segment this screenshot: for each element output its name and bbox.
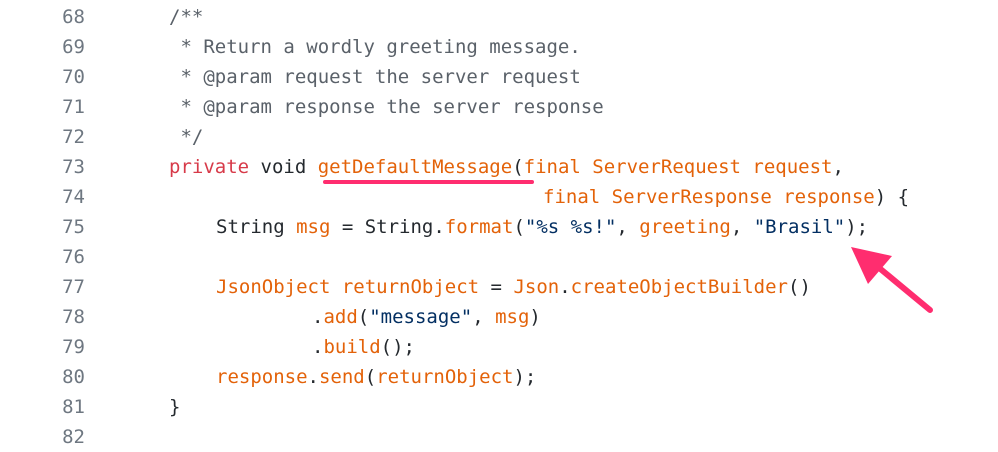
code-line-70: 70 * @param request the server request <box>0 62 998 92</box>
type-string: String <box>216 216 297 238</box>
code-line-73: 73 private void getDefaultMessage(final … <box>0 152 998 182</box>
code-content: .build(); <box>85 336 415 358</box>
code-comment: * Return a wordly greeting message. <box>169 36 581 58</box>
method-build: build <box>323 336 381 358</box>
line-number: 78 <box>62 306 85 328</box>
code-comment: */ <box>169 126 204 148</box>
class-json: Json <box>513 276 560 298</box>
code-content: } <box>169 396 181 418</box>
punctuation: , <box>832 156 844 178</box>
line-number: 79 <box>62 336 85 358</box>
code-comment: * @param request the server request <box>169 66 581 88</box>
var-returnobject-decl: JsonObject returnObject <box>216 276 480 298</box>
keyword-final: final <box>543 186 601 208</box>
line-number: 81 <box>62 396 85 418</box>
code-content: private void getDefaultMessage(final Ser… <box>85 156 844 178</box>
punctuation: ) { <box>874 186 910 208</box>
keyword-void: void <box>249 156 318 178</box>
line-number: 74 <box>62 186 85 208</box>
code-view: 68 /** 69 * Return a wordly greeting mes… <box>0 0 998 448</box>
method-send: send <box>318 366 365 388</box>
code-text: = String. <box>330 216 445 238</box>
keyword-final: final <box>523 156 581 178</box>
punctuation: . <box>559 276 571 298</box>
method-format: format <box>444 216 514 238</box>
line-number: 77 <box>62 276 85 298</box>
line-number: 70 <box>62 66 85 88</box>
var-response: response <box>216 366 308 388</box>
code-content: JsonObject returnObject = Json.createObj… <box>85 276 811 298</box>
line-number: 71 <box>62 96 85 118</box>
line-number: 75 <box>62 216 85 238</box>
line-number: 80 <box>62 366 85 388</box>
code-line-80: 80 response.send(returnObject); <box>0 362 998 392</box>
param-request: ServerRequest request <box>580 156 833 178</box>
punctuation: . <box>312 336 324 358</box>
string-literal-brasil: "Brasil" <box>753 216 846 238</box>
punctuation: , <box>472 306 496 328</box>
code-comment: /** <box>169 6 204 28</box>
punctuation: ); <box>845 216 869 238</box>
code-content: String msg = String.format("%s %s!", gre… <box>85 216 868 238</box>
highlight-underline <box>323 180 534 184</box>
method-name: getDefaultMessage <box>317 156 513 178</box>
code-line-68: 68 /** <box>0 2 998 32</box>
var-msg: msg <box>495 306 530 328</box>
line-number: 72 <box>62 126 85 148</box>
punctuation: . <box>307 366 319 388</box>
line-number: 73 <box>62 156 85 178</box>
punctuation: , <box>616 216 640 238</box>
method-add: add <box>323 306 358 328</box>
method-createobjectbuilder: createObjectBuilder <box>570 276 788 298</box>
param-response: ServerResponse response <box>600 186 875 208</box>
punctuation: ( <box>364 366 377 388</box>
code-line-69: 69 * Return a wordly greeting message. <box>0 32 998 62</box>
code-line-78: 78 .add("message", msg) <box>0 302 998 332</box>
code-comment: * @param response the server response <box>169 96 604 118</box>
punctuation: ) <box>529 306 541 328</box>
code-line-74: 74 final ServerResponse response) { <box>0 182 998 212</box>
keyword-private: private <box>169 156 250 178</box>
var-returnobject: returnObject <box>376 366 514 388</box>
code-line-76: 76 <box>0 242 998 272</box>
line-number: 76 <box>62 246 85 268</box>
line-number: 82 <box>62 426 85 448</box>
punctuation: . <box>312 306 324 328</box>
code-line-81: 81 } <box>0 392 998 422</box>
punctuation: ( <box>512 156 524 178</box>
var-greeting: greeting <box>639 216 731 238</box>
punctuation: (); <box>380 336 415 358</box>
code-line-72: 72 */ <box>0 122 998 152</box>
code-content: final ServerResponse response) { <box>85 186 909 208</box>
code-text: = <box>479 276 514 298</box>
line-number: 68 <box>62 6 85 28</box>
var-msg: msg <box>296 216 331 238</box>
code-content: response.send(returnObject); <box>85 366 536 388</box>
punctuation: ); <box>513 366 537 388</box>
line-number: 69 <box>62 36 85 58</box>
code-line-71: 71 * @param response the server response <box>0 92 998 122</box>
punctuation: ( <box>357 306 370 328</box>
punctuation: () <box>788 276 811 298</box>
punctuation: , <box>730 216 754 238</box>
code-line-77: 77 JsonObject returnObject = Json.create… <box>0 272 998 302</box>
punctuation: ( <box>513 216 525 238</box>
code-line-75: 75 String msg = String.format("%s %s!", … <box>0 212 998 242</box>
string-literal: "message" <box>369 306 473 328</box>
code-content: .add("message", msg) <box>85 306 541 328</box>
code-line-79: 79 .build(); <box>0 332 998 362</box>
string-literal: "%s %s!" <box>524 216 617 238</box>
